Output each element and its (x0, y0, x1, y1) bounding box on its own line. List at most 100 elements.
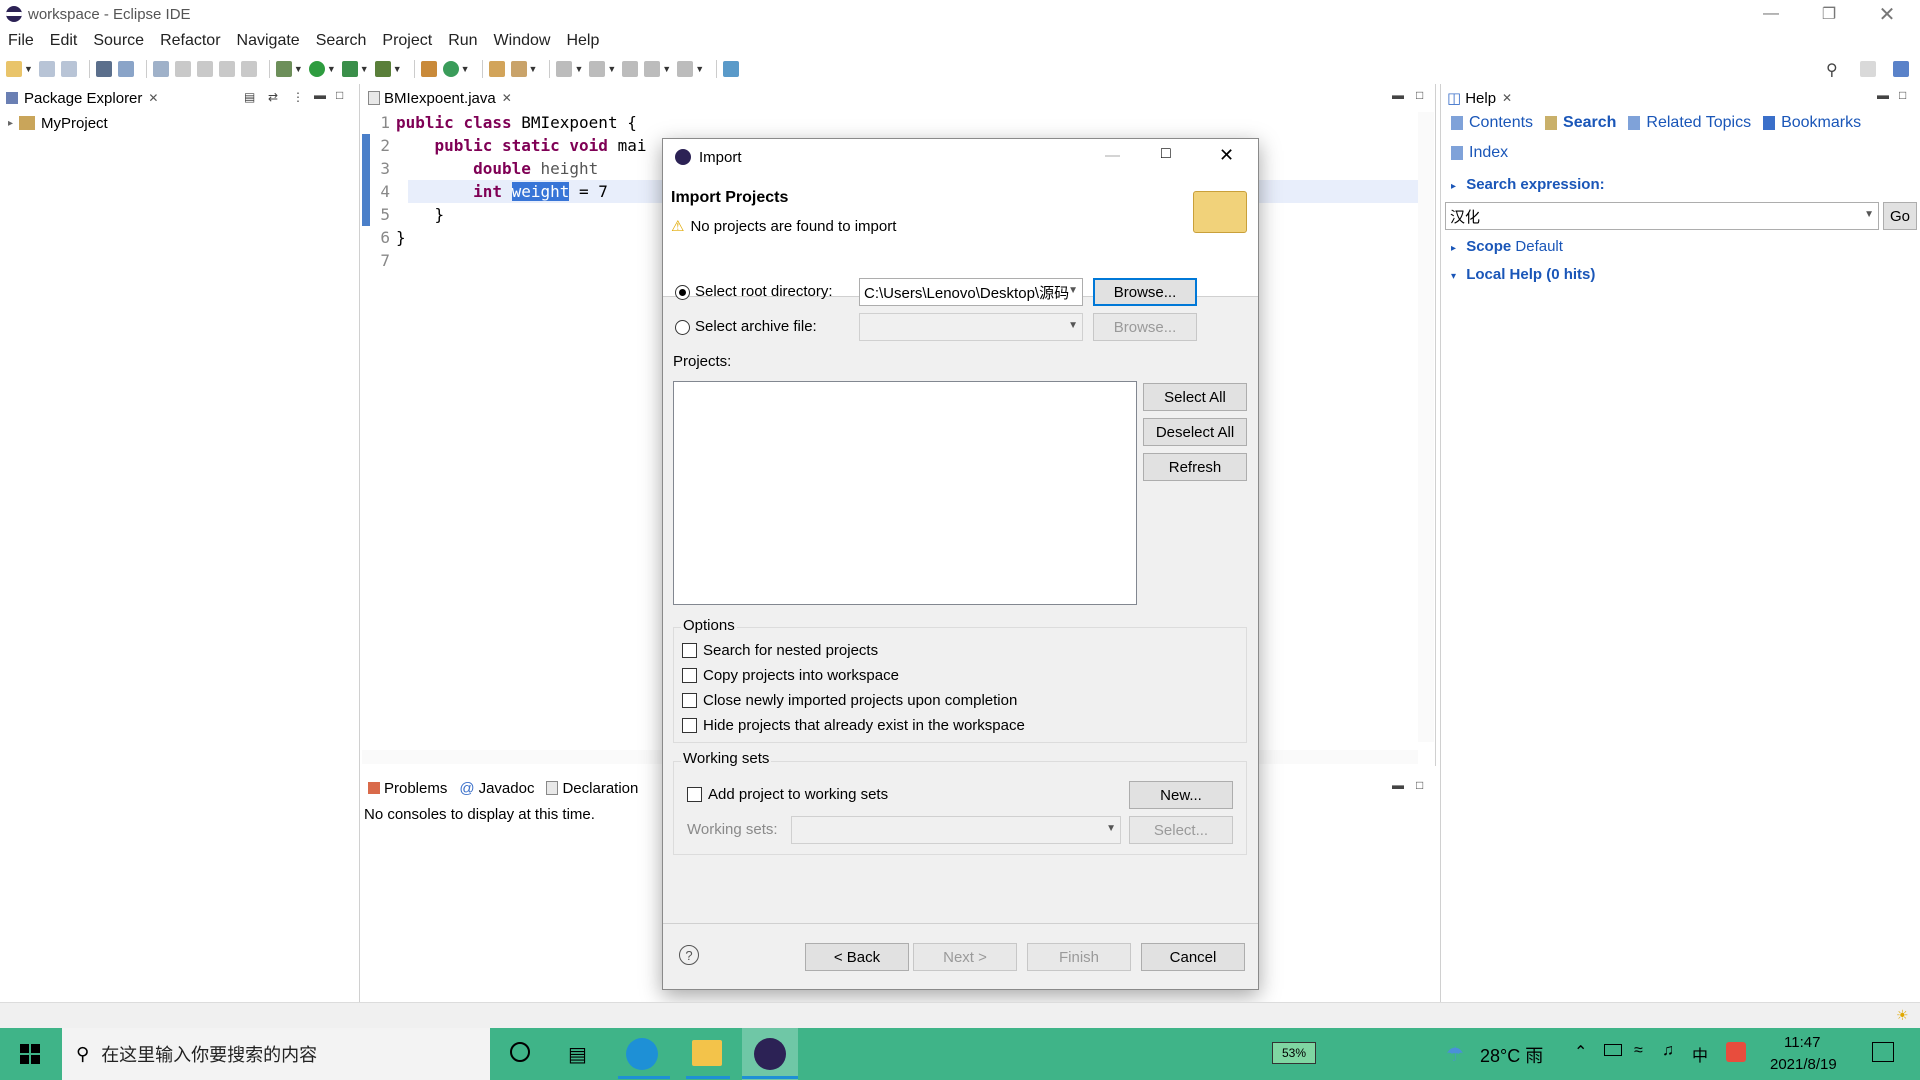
edge-browser-icon[interactable] (626, 1038, 658, 1070)
new-icon[interactable] (6, 61, 22, 77)
open-type-icon[interactable] (488, 61, 505, 77)
code-line[interactable]: 3 double height (362, 157, 598, 180)
hide-existing-checkbox[interactable] (682, 718, 697, 733)
next-annotation-icon[interactable] (556, 61, 573, 77)
select-working-set-button[interactable]: Select... (1129, 816, 1233, 844)
chevron-down-icon[interactable]: ▼ (1068, 320, 1078, 331)
chevron-right-icon[interactable]: ▸ (1451, 181, 1456, 192)
view-menu-icon[interactable]: ⋮ (292, 90, 304, 104)
deselect-all-button[interactable]: Deselect All (1143, 418, 1247, 446)
help-link-related-topics[interactable]: Related Topics (1646, 114, 1751, 132)
new-java-project-icon[interactable] (420, 61, 437, 77)
menu-navigate[interactable]: Navigate (237, 32, 300, 50)
chevron-down-icon[interactable]: ▼ (461, 64, 470, 74)
minimize-button[interactable]: — (1105, 147, 1120, 164)
refresh-button[interactable]: Refresh (1143, 453, 1247, 481)
lightbulb-icon[interactable]: ☀ (1896, 1007, 1909, 1024)
close-button[interactable]: ✕ (1858, 0, 1916, 28)
minimize-button[interactable]: — (1742, 0, 1800, 28)
skip-breakpoints-icon[interactable] (117, 61, 134, 77)
clock-date[interactable]: 2021/8/19 (1770, 1056, 1837, 1073)
sogou-input-icon[interactable] (1726, 1042, 1746, 1062)
previous-annotation-icon[interactable] (589, 61, 606, 77)
taskbar-search-box[interactable]: ⚲ 在这里输入你要搜索的内容 (62, 1028, 490, 1080)
chevron-down-icon[interactable]: ▼ (24, 64, 33, 74)
toggle-mark-icon[interactable] (152, 61, 169, 77)
copy-projects-checkbox[interactable] (682, 668, 697, 683)
next-button[interactable]: Next > (913, 943, 1017, 971)
scope-label[interactable]: Scope (1466, 238, 1511, 255)
search-expression-input[interactable]: 汉化 ▼ (1445, 202, 1879, 230)
chevron-down-icon[interactable]: ▾ (1451, 271, 1456, 282)
tree-item-myproject[interactable]: ▸ MyProject (8, 112, 108, 134)
block-selection-icon[interactable] (174, 61, 191, 77)
weather-text[interactable]: 28°C 雨 (1480, 1042, 1543, 1068)
open-perspective-icon[interactable] (1860, 61, 1876, 77)
collapse-all-icon[interactable]: ▤ (244, 90, 255, 104)
close-icon[interactable]: ✕ (1502, 91, 1512, 105)
maximize-button[interactable]: □ (1161, 145, 1171, 163)
search-icon[interactable]: ⚲ (1826, 60, 1838, 80)
external-tools-icon[interactable] (374, 61, 391, 77)
close-button[interactable]: ✕ (1219, 145, 1234, 166)
finish-button[interactable]: Finish (1027, 943, 1131, 971)
menu-run[interactable]: Run (448, 32, 477, 50)
pin-editor-icon[interactable] (723, 61, 740, 77)
maximize-icon[interactable]: □ (1416, 88, 1423, 102)
maximize-icon[interactable]: □ (1899, 88, 1906, 102)
file-explorer-icon[interactable] (692, 1040, 722, 1066)
minimize-icon[interactable]: ▬ (314, 88, 326, 102)
debug-icon[interactable] (275, 61, 292, 77)
tab-help[interactable]: ◫ Help ✕ (1441, 85, 1518, 111)
code-line[interactable]: 7 (362, 249, 396, 272)
chevron-down-icon[interactable]: ▼ (360, 64, 369, 74)
word-wrap-icon[interactable] (196, 61, 213, 77)
chevron-down-icon[interactable]: ▼ (1068, 285, 1078, 296)
windows-start-icon[interactable] (20, 1044, 40, 1064)
tab-declaration[interactable]: Declaration (540, 775, 644, 801)
help-link-search[interactable]: Search (1563, 114, 1616, 132)
code-line[interactable]: 4 int weight = 7 (362, 180, 608, 203)
battery-icon[interactable] (1604, 1044, 1622, 1056)
close-icon[interactable]: ✕ (502, 91, 512, 105)
chevron-right-icon[interactable]: ▸ (8, 118, 13, 129)
back-icon[interactable] (644, 61, 661, 77)
last-edit-icon[interactable] (622, 61, 639, 77)
menu-source[interactable]: Source (93, 32, 144, 50)
tab-package-explorer[interactable]: Package Explorer ✕ (0, 85, 164, 111)
select-all-button[interactable]: Select All (1143, 383, 1247, 411)
maximize-icon[interactable]: □ (336, 88, 343, 102)
ime-indicator[interactable]: 中 (1692, 1042, 1708, 1066)
browse-root-button[interactable]: Browse... (1093, 278, 1197, 306)
projects-list[interactable] (673, 381, 1137, 605)
menu-window[interactable]: Window (494, 32, 551, 50)
select-archive-radio[interactable] (675, 320, 690, 335)
close-icon[interactable]: ✕ (148, 91, 158, 105)
root-directory-combo[interactable]: C:\Users\Lenovo\Desktop\源码 ▼ (859, 278, 1083, 306)
cancel-button[interactable]: Cancel (1141, 943, 1245, 971)
menu-project[interactable]: Project (382, 32, 432, 50)
help-link-bookmarks[interactable]: Bookmarks (1781, 114, 1861, 132)
chevron-down-icon[interactable]: ▼ (1106, 823, 1116, 834)
chevron-down-icon[interactable]: ▼ (607, 64, 616, 74)
forward-icon[interactable] (677, 61, 694, 77)
nested-projects-checkbox[interactable] (682, 643, 697, 658)
maximize-icon[interactable]: □ (1416, 778, 1423, 792)
pilcrow-icon[interactable] (240, 61, 257, 77)
clock-time[interactable]: 11:47 (1784, 1034, 1820, 1051)
chevron-right-icon[interactable]: ▸ (1451, 243, 1456, 254)
eclipse-logo-icon[interactable] (754, 1038, 786, 1070)
notification-icon[interactable] (1872, 1042, 1894, 1062)
chevron-down-icon[interactable]: ▼ (662, 64, 671, 74)
chevron-down-icon[interactable]: ▼ (393, 64, 402, 74)
help-icon[interactable]: ? (679, 945, 699, 965)
menu-refactor[interactable]: Refactor (160, 32, 220, 50)
chevron-down-icon[interactable]: ▼ (695, 64, 704, 74)
select-root-radio[interactable] (675, 285, 690, 300)
volume-icon[interactable]: ♫ (1662, 1042, 1674, 1060)
local-help-label[interactable]: Local Help (0 hits) (1466, 266, 1595, 283)
vertical-scrollbar[interactable] (1418, 112, 1434, 742)
coverage-icon[interactable] (341, 61, 358, 77)
menu-help[interactable]: Help (566, 32, 599, 50)
go-button[interactable]: Go (1883, 202, 1917, 230)
